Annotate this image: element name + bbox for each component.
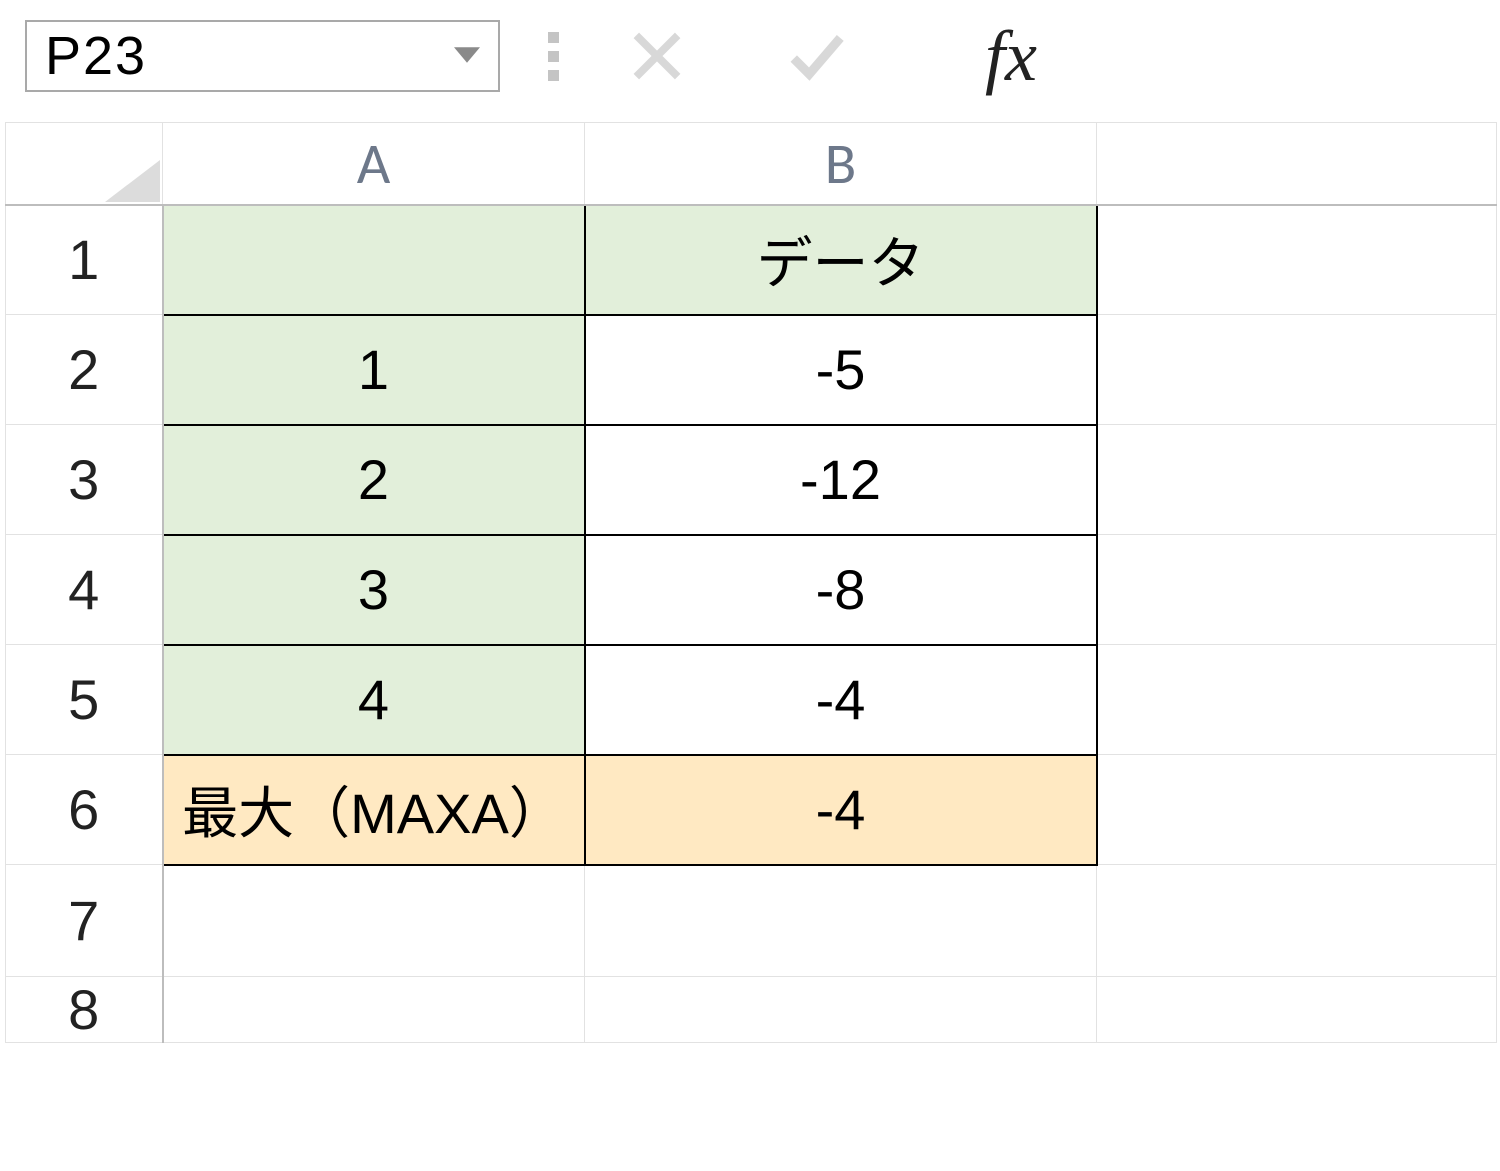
row-header-5[interactable]: 5: [6, 645, 163, 755]
cell-A8[interactable]: [163, 977, 585, 1043]
enter-icon: [757, 21, 877, 91]
cell-B4[interactable]: -8: [585, 535, 1097, 645]
cell-B8[interactable]: [585, 977, 1097, 1043]
name-box-dropdown-icon[interactable]: [454, 40, 480, 72]
row-header-3[interactable]: 3: [6, 425, 163, 535]
select-all-corner[interactable]: [6, 123, 163, 205]
cell-C6[interactable]: [1097, 755, 1497, 865]
name-box-value: P23: [45, 25, 147, 87]
row-header-1[interactable]: 1: [6, 205, 163, 315]
cell-C1[interactable]: [1097, 205, 1497, 315]
column-header-B[interactable]: B: [585, 123, 1097, 205]
spreadsheet-grid[interactable]: A B 1 データ 2 1 -5 3 2 -12 4 3 -8: [0, 122, 1500, 1043]
cell-C4[interactable]: [1097, 535, 1497, 645]
cell-A7[interactable]: [163, 865, 585, 977]
formula-bar-divider: [548, 32, 559, 81]
cell-C3[interactable]: [1097, 425, 1497, 535]
cell-B2[interactable]: -5: [585, 315, 1097, 425]
cell-A6[interactable]: 最大（MAXA）: [163, 755, 585, 865]
row-header-7[interactable]: 7: [6, 865, 163, 977]
cell-C7[interactable]: [1097, 865, 1497, 977]
cancel-icon: [597, 21, 717, 91]
row-header-8[interactable]: 8: [6, 977, 163, 1043]
row-header-6[interactable]: 6: [6, 755, 163, 865]
cell-B1[interactable]: データ: [585, 205, 1097, 315]
formula-bar: P23 fx: [0, 0, 1500, 122]
cell-B5[interactable]: -4: [585, 645, 1097, 755]
fx-icon[interactable]: fx: [917, 21, 1037, 91]
cell-C5[interactable]: [1097, 645, 1497, 755]
cell-C8[interactable]: [1097, 977, 1497, 1043]
cell-C2[interactable]: [1097, 315, 1497, 425]
cell-A1[interactable]: [163, 205, 585, 315]
cell-A2[interactable]: 1: [163, 315, 585, 425]
column-header-A[interactable]: A: [163, 123, 585, 205]
cell-A4[interactable]: 3: [163, 535, 585, 645]
column-header-C[interactable]: [1097, 123, 1497, 205]
cell-A5[interactable]: 4: [163, 645, 585, 755]
cell-B6[interactable]: -4: [585, 755, 1097, 865]
row-header-2[interactable]: 2: [6, 315, 163, 425]
name-box[interactable]: P23: [25, 20, 500, 92]
cell-A3[interactable]: 2: [163, 425, 585, 535]
row-header-4[interactable]: 4: [6, 535, 163, 645]
cell-B7[interactable]: [585, 865, 1097, 977]
cell-B3[interactable]: -12: [585, 425, 1097, 535]
fx-label: fx: [985, 15, 1037, 98]
